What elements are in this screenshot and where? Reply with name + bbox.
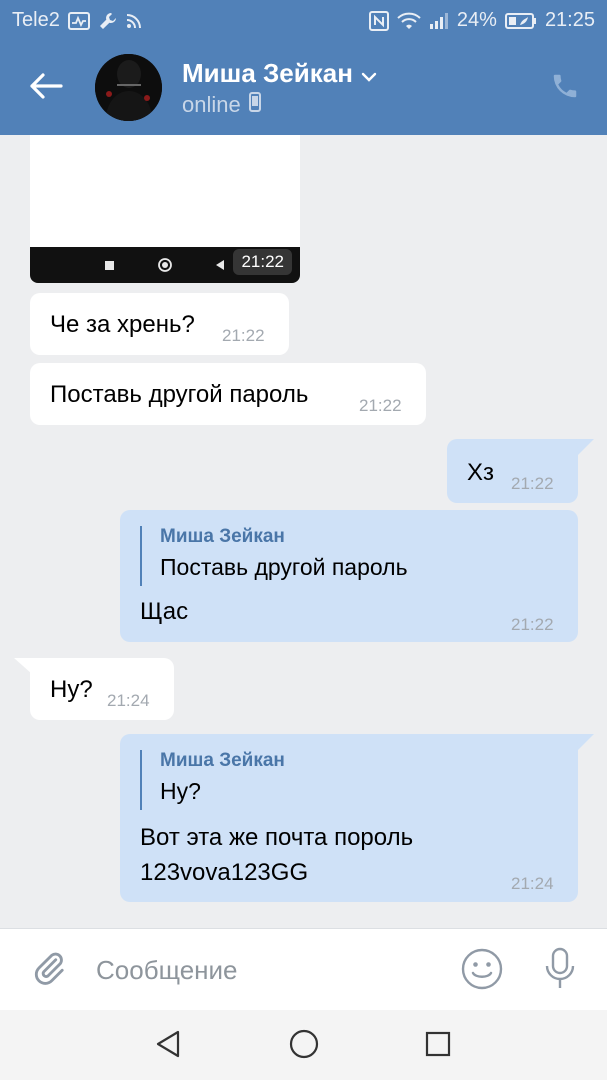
message-text: Поставь другой пароль: [50, 381, 309, 408]
message-input[interactable]: [96, 949, 436, 991]
paperclip-icon: [31, 950, 67, 991]
attach-button[interactable]: [28, 949, 70, 991]
carrier-label: Tele2: [12, 9, 60, 31]
system-nav-bar: [0, 1010, 607, 1080]
arrow-left-icon: [29, 72, 63, 105]
circle-home-icon: [288, 1028, 320, 1065]
square-recents-icon: [424, 1030, 452, 1063]
contact-status: online: [182, 92, 261, 118]
battery-icon: [504, 12, 537, 30]
outgoing-message[interactable]: Хз 21:22: [447, 439, 578, 503]
microphone-icon: [543, 947, 577, 996]
signal-icon: [429, 12, 449, 30]
status-bar: Tele2 24% 21:25: [0, 0, 607, 40]
contact-name-text: Миша Зейкан: [182, 58, 353, 88]
nav-recents-button[interactable]: [420, 1028, 456, 1064]
message-text-line: Вот эта же почта пороль: [140, 824, 414, 851]
call-button[interactable]: [547, 70, 583, 106]
message-text: Хз: [467, 459, 495, 486]
quoted-text: Ну?: [160, 778, 201, 804]
photo-timestamp: 21:22: [233, 249, 292, 275]
photo-attachment[interactable]: 21:22: [30, 135, 300, 283]
message-text-line: 123vova123GG: [140, 859, 309, 886]
outgoing-reply-message[interactable]: Миша Зейкан Поставь другой пароль Щас 21…: [120, 510, 578, 642]
message-text: Че за хрень?: [50, 311, 195, 338]
incoming-message[interactable]: Ну? 21:24: [30, 658, 174, 720]
activity-icon: [67, 11, 90, 30]
chevron-down-icon: [361, 58, 377, 89]
rss-icon: [126, 13, 142, 29]
message-time: 21:22: [359, 396, 402, 415]
message-time: 21:22: [511, 615, 554, 634]
nav-home-button[interactable]: [286, 1028, 322, 1064]
smiley-icon: [461, 948, 503, 995]
wifi-icon: [397, 11, 421, 31]
bubble-tail: [576, 439, 594, 455]
quoted-text: Поставь другой пароль: [160, 554, 408, 580]
battery-percent: 24%: [456, 9, 497, 31]
contact-avatar[interactable]: [95, 54, 162, 121]
contact-status-text: online: [182, 92, 241, 117]
contact-name[interactable]: Миша Зейкан: [182, 58, 377, 89]
message-time: 21:24: [511, 874, 554, 893]
quoted-message[interactable]: Миша Зейкан Ну?: [140, 750, 285, 810]
incoming-message[interactable]: Че за хрень? 21:22: [30, 293, 289, 355]
quoted-author: Миша Зейкан: [160, 526, 285, 547]
message-text: Ну?: [50, 676, 93, 703]
chat-header: Миша Зейкан online: [0, 40, 607, 135]
bubble-tail: [576, 734, 594, 750]
composer: [0, 928, 607, 1010]
message-text: Щас: [140, 598, 189, 625]
nfc-icon: [368, 10, 389, 31]
triangle-back-icon: [154, 1029, 182, 1064]
message-time: 21:24: [107, 691, 150, 710]
bubble-tail: [14, 658, 32, 674]
incoming-message[interactable]: Поставь другой пароль 21:22: [30, 363, 426, 425]
emoji-button[interactable]: [460, 948, 504, 995]
mobile-device-icon: [248, 92, 261, 118]
quoted-message[interactable]: Миша Зейкан Поставь другой пароль: [140, 526, 408, 586]
back-button[interactable]: [24, 68, 68, 108]
message-time: 21:22: [511, 474, 554, 493]
voice-message-button[interactable]: [540, 947, 580, 995]
outgoing-reply-message[interactable]: Миша Зейкан Ну? Вот эта же почта пороль …: [120, 734, 578, 902]
message-time: 21:22: [222, 326, 265, 345]
message-list[interactable]: 21:22 Че за хрень? 21:22 Поставь другой …: [0, 135, 607, 928]
nav-back-button[interactable]: [150, 1028, 186, 1064]
wrench-icon: [98, 11, 118, 31]
quoted-author: Миша Зейкан: [160, 750, 285, 771]
phone-icon: [550, 71, 580, 106]
clock-label: 21:25: [544, 9, 595, 31]
